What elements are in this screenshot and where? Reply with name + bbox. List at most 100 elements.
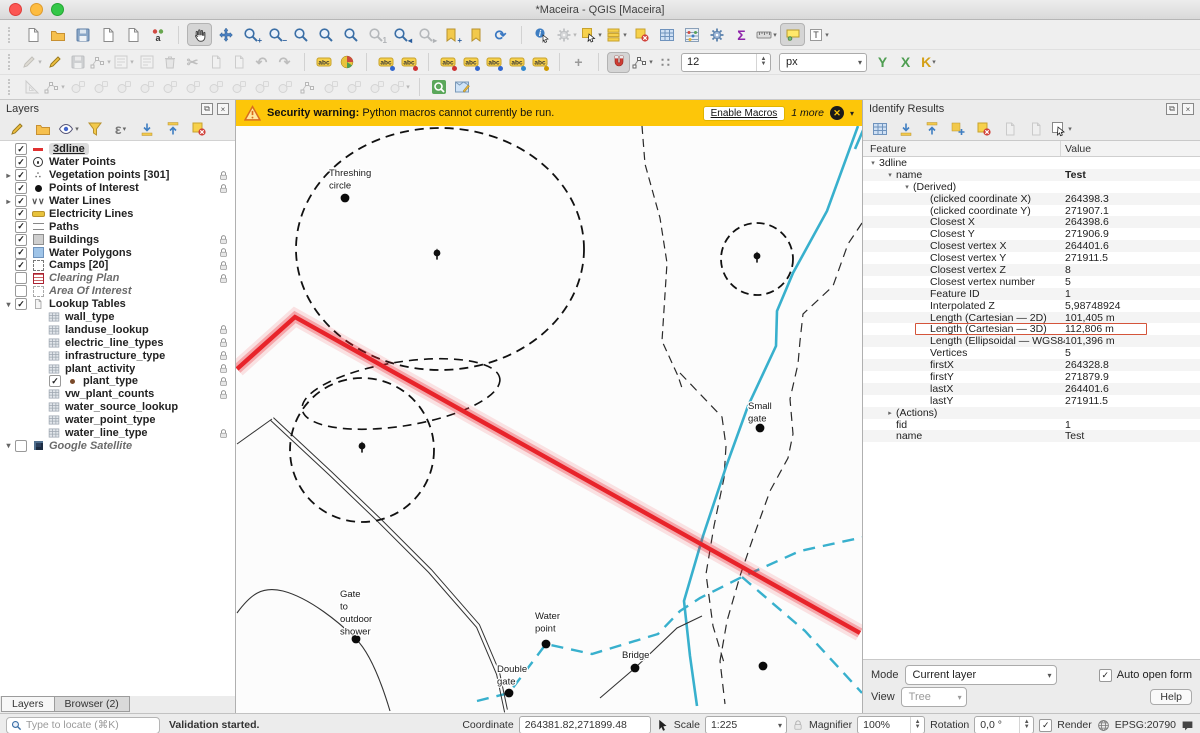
layer-item-infrastructure-type[interactable]: infrastructure_type — [0, 349, 235, 362]
feature-column-header[interactable]: Feature — [863, 141, 1061, 156]
toolbar-grip[interactable] — [8, 79, 16, 95]
clear-results-icon[interactable] — [972, 119, 995, 140]
banner-more-link[interactable]: 1 more — [791, 107, 824, 119]
layer-item-water-line-type[interactable]: water_line_type — [0, 427, 235, 440]
banner-close-caret-icon[interactable]: ▾ — [850, 109, 854, 118]
identify-row-firsty[interactable]: firstY271879.9 — [863, 371, 1200, 383]
layer-item-plant-type[interactable]: ✓plant_type — [0, 375, 235, 388]
layer-item-landuse-lookup[interactable]: landuse_lookup — [0, 323, 235, 336]
expander-icon[interactable]: ▸ — [2, 171, 15, 180]
toolbar-grip[interactable] — [8, 54, 16, 70]
move-label-icon[interactable] — [483, 53, 504, 72]
float-panel-icon[interactable]: ⧉ — [1166, 103, 1178, 115]
layer-visibility-checkbox[interactable]: ✓ — [15, 156, 27, 168]
change-label-icon[interactable] — [529, 53, 550, 72]
layer-visibility-checkbox[interactable]: ✓ — [15, 195, 27, 207]
identify-row-interpolated-z[interactable]: Interpolated Z5,98748924 — [863, 300, 1200, 312]
lock-scale-icon[interactable] — [792, 719, 804, 731]
cad-dock-icon[interactable]: + — [568, 53, 589, 72]
expand-all-icon[interactable] — [135, 119, 158, 140]
identify-row-vertices[interactable]: Vertices5 — [863, 347, 1200, 359]
text-annotation-icon[interactable]: ▾ — [807, 24, 830, 45]
auto-open-form-checkbox[interactable]: ✓ — [1099, 669, 1112, 682]
statistics-icon[interactable]: Σ — [730, 24, 753, 45]
value-column-header[interactable]: Value — [1061, 143, 1200, 155]
intersection-snapping-icon[interactable]: X — [895, 53, 916, 72]
identify-row--derived-[interactable]: ▾(Derived) — [863, 181, 1200, 193]
collapse-tree-icon[interactable] — [920, 119, 943, 140]
layer-item-electric-line-types[interactable]: electric_line_types — [0, 336, 235, 349]
deselect-features-icon[interactable] — [630, 24, 653, 45]
layer-item-vw-plant-counts[interactable]: vw_plant_counts — [0, 388, 235, 401]
save-project-icon[interactable] — [71, 24, 94, 45]
snapping-mode-icon[interactable]: ▾ — [632, 53, 653, 72]
show-hide-labels-icon[interactable] — [460, 53, 481, 72]
remove-layer-icon[interactable] — [187, 119, 210, 140]
rotate-label-icon[interactable] — [506, 53, 527, 72]
new-project-icon[interactable] — [21, 24, 44, 45]
show-bookmarks-icon[interactable] — [464, 24, 487, 45]
layer-visibility-checkbox[interactable]: ✓ — [15, 143, 27, 155]
layer-item-water-lines[interactable]: ▸✓∨∨Water Lines — [0, 195, 235, 208]
layer-item-water-point-type[interactable]: water_point_type — [0, 414, 235, 427]
layer-item-buildings[interactable]: ✓Buildings — [0, 233, 235, 246]
select-by-value-icon[interactable]: ▾ — [605, 24, 628, 45]
tracing-enable-icon[interactable]: Y — [872, 53, 893, 72]
identify-row-name[interactable]: nameTest — [863, 430, 1200, 442]
layer-visibility-checkbox[interactable]: ✓ — [15, 247, 27, 259]
layout-manager-icon[interactable] — [121, 24, 144, 45]
style-manager-icon[interactable] — [146, 24, 169, 45]
layer-item-area-of-interest[interactable]: Area Of Interest — [0, 285, 235, 298]
crs-status[interactable]: EPSG:20790 — [1115, 719, 1176, 731]
extents-toggle-icon[interactable] — [656, 719, 669, 732]
measure-icon[interactable]: ▾ — [755, 24, 778, 45]
identify-row-length-ellipsoidal-wgs84-[interactable]: Length (Ellipsoidal — WGS84)101,396 m — [863, 335, 1200, 347]
pan-to-selection-icon[interactable] — [214, 24, 237, 45]
layer-item-clearing-plan[interactable]: Clearing Plan — [0, 272, 235, 285]
processing-toolbox-icon[interactable] — [705, 24, 728, 45]
layer-item-electricity-lines[interactable]: ✓Electricity Lines — [0, 207, 235, 220]
zoom-in-icon[interactable]: + — [239, 24, 262, 45]
unpin-labels-icon[interactable] — [398, 53, 419, 72]
expander-icon[interactable]: ▾ — [2, 300, 15, 309]
layer-item-water-source-lookup[interactable]: water_source_lookup — [0, 401, 235, 414]
expander-icon[interactable]: ▸ — [2, 197, 15, 206]
identify-row-firstx[interactable]: firstX264328.8 — [863, 359, 1200, 371]
manage-map-themes-icon[interactable]: ▾ — [57, 119, 80, 140]
identify-row-closest-vertex-z[interactable]: Closest vertex Z8 — [863, 264, 1200, 276]
identify-row-closest-vertex-x[interactable]: Closest vertex X264401.6 — [863, 240, 1200, 252]
scale-combobox[interactable]: 1:225▾ — [705, 716, 787, 733]
snap-tolerance-spinbox[interactable]: 12▲▼ — [681, 53, 771, 72]
toggle-editing-icon[interactable] — [44, 53, 65, 72]
map-tips-icon[interactable] — [780, 23, 805, 46]
filter-legend-icon[interactable] — [83, 119, 106, 140]
close-panel-icon[interactable]: × — [217, 103, 229, 115]
close-panel-icon[interactable]: × — [1182, 103, 1194, 115]
map-canvas[interactable]: Security warning: Python macros cannot c… — [236, 100, 862, 713]
layer-item-google-satellite[interactable]: ▾Google Satellite — [0, 439, 235, 452]
layer-item-camps-20-[interactable]: ✓Camps [20] — [0, 259, 235, 272]
zoom-last-icon[interactable]: ◂ — [389, 24, 412, 45]
osm-place-search-icon[interactable] — [428, 78, 449, 97]
expander-icon[interactable]: ▾ — [2, 441, 15, 450]
mode-select[interactable]: Current layer▾ — [905, 665, 1057, 685]
crs-globe-icon[interactable] — [1097, 719, 1110, 732]
identify-row--actions-[interactable]: ▸(Actions) — [863, 407, 1200, 419]
identify-row-lastx[interactable]: lastX264401.6 — [863, 383, 1200, 395]
layer-visibility-checkbox[interactable]: ✓ — [15, 182, 27, 194]
highlight-pinned-labels-icon[interactable] — [437, 53, 458, 72]
rotation-spinbox[interactable]: 0,0 °▲▼ — [974, 716, 1034, 733]
magnifier-spinbox[interactable]: 100%▲▼ — [857, 716, 925, 733]
layer-item-vegetation-points-301-[interactable]: ▸✓∴Vegetation points [301] — [0, 169, 235, 182]
topological-editing-icon[interactable]: ∷ — [655, 53, 676, 72]
view-select[interactable]: Tree▾ — [901, 687, 967, 707]
layer-visibility-checkbox[interactable]: ✓ — [15, 298, 27, 310]
layer-labeling-icon[interactable] — [313, 53, 334, 72]
identify-row-closest-vertex-y[interactable]: Closest vertex Y271911.5 — [863, 252, 1200, 264]
expand-new-results-icon[interactable] — [946, 119, 969, 140]
zoom-full-icon[interactable] — [289, 24, 312, 45]
identify-row-3dline[interactable]: ▾3dline — [863, 157, 1200, 169]
zoom-out-icon[interactable]: − — [264, 24, 287, 45]
layer-item-wall-type[interactable]: wall_type — [0, 311, 235, 324]
enable-macros-button[interactable]: Enable Macros — [703, 106, 786, 121]
